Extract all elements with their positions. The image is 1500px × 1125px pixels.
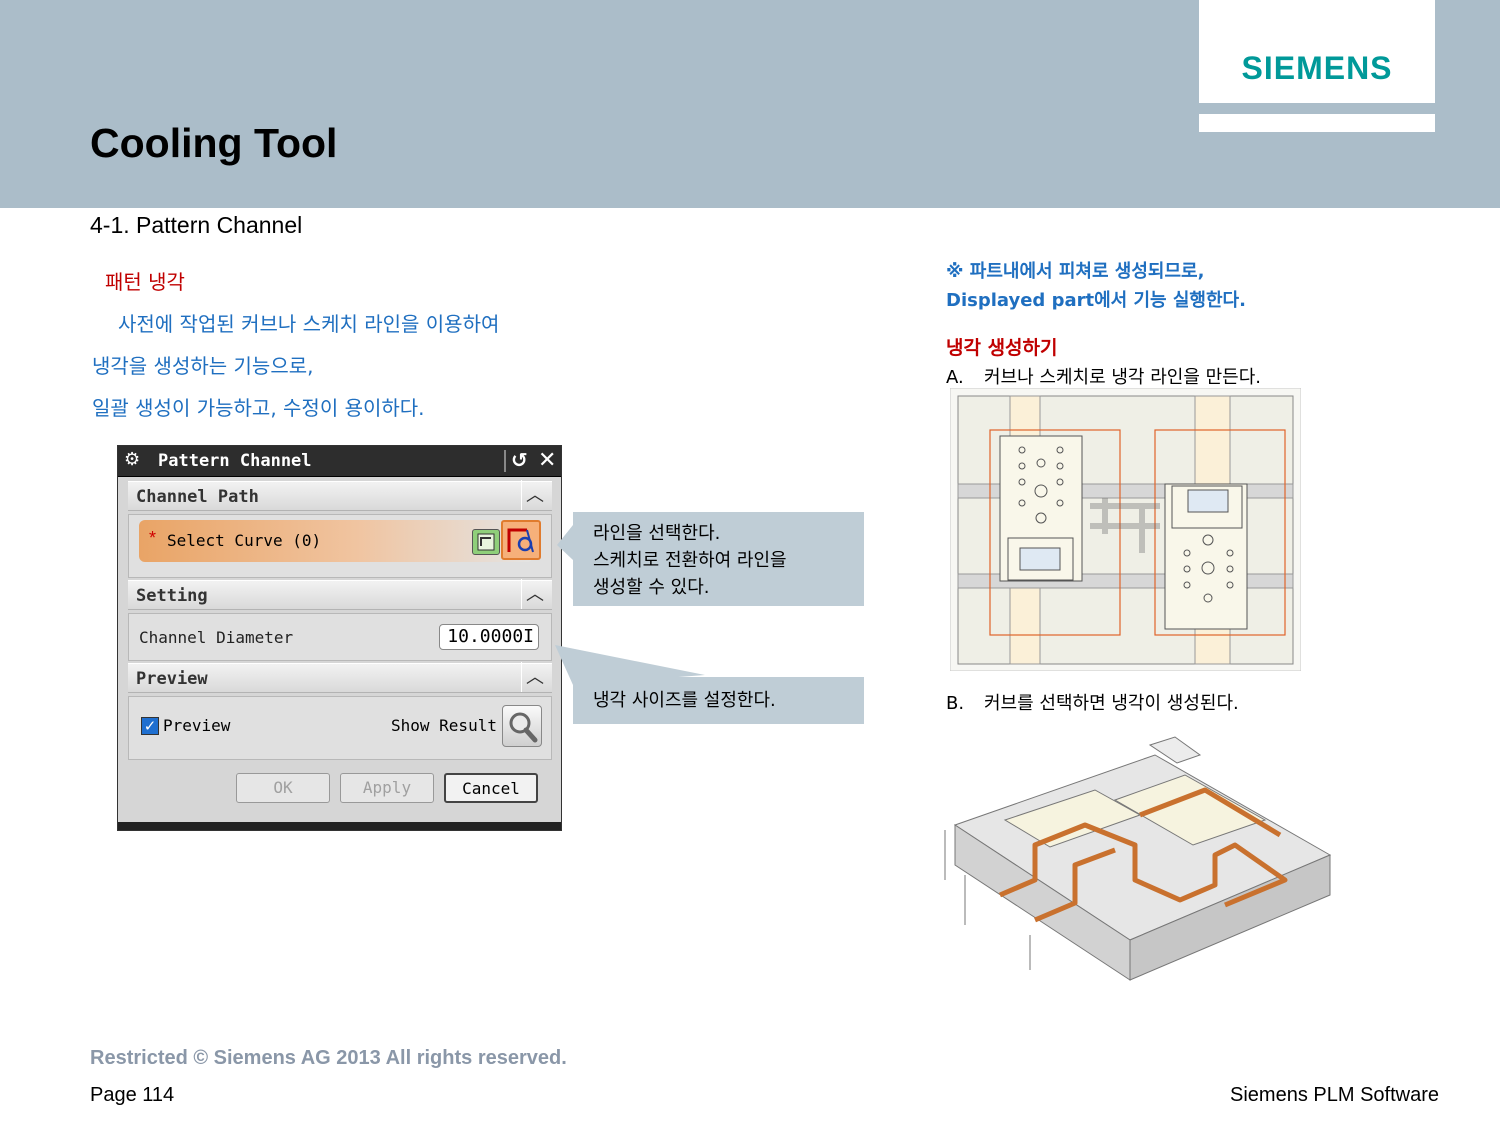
- gear-icon[interactable]: ⚙: [124, 449, 140, 470]
- reset-icon[interactable]: ↺: [511, 448, 528, 473]
- show-result-button[interactable]: [502, 705, 542, 747]
- cooling-create-title: 냉각 생성하기: [946, 337, 1058, 359]
- channel-diameter-label: Channel Diameter: [139, 628, 294, 647]
- close-icon[interactable]: ✕: [538, 447, 556, 473]
- left-line-3: 일괄 생성이 가능하고, 수정이 용이하다.: [92, 396, 425, 420]
- title-separator: [504, 450, 506, 472]
- step-a: A. 커브나 스케치로 냉각 라인을 만든다.: [946, 363, 1261, 389]
- select-curve-label: Select Curve (0): [167, 531, 322, 550]
- left-line-1: 사전에 작업된 커브나 스케치 라인을 이용하여: [118, 312, 500, 336]
- step-a-text: 커브나 스케치로 냉각 라인을 만든다.: [984, 367, 1262, 388]
- dialog-titlebar: ⚙ Pattern Channel ↺ ✕: [118, 446, 561, 477]
- diameter-callout-text: 냉각 사이즈를 설정한다.: [593, 690, 776, 711]
- callout-line-2: 스케치로 전환하여 라인을: [593, 550, 787, 571]
- preview-header-label: Preview: [136, 669, 208, 689]
- company-name: Siemens PLM Software: [1230, 1084, 1439, 1106]
- select-curve-row[interactable]: * Select Curve (0): [139, 520, 541, 562]
- show-result-label: Show Result: [391, 716, 497, 735]
- iso-view-drawing: [944, 736, 1332, 981]
- preview-checkbox-label: Preview: [163, 716, 231, 735]
- step-a-label: A.: [946, 367, 964, 388]
- top-view-drawing: [950, 388, 1301, 671]
- channel-diameter-input[interactable]: 10.0000I: [439, 624, 539, 650]
- step-b-text: 커브를 선택하면 냉각이 생성된다.: [984, 693, 1239, 714]
- channel-path-body: * Select Curve (0): [128, 514, 552, 578]
- left-line-2: 냉각을 생성하는 기능으로,: [92, 354, 314, 378]
- setting-header[interactable]: Setting ︿: [128, 579, 552, 610]
- curve-rule-icon[interactable]: [472, 529, 500, 555]
- select-callout: 라인을 선택한다. 스케치로 전환하여 라인을 생성할 수 있다.: [573, 512, 864, 606]
- setting-label: Setting: [136, 586, 208, 606]
- siemens-logo: SIEMENS: [1199, 0, 1435, 103]
- chevron-up-icon[interactable]: ︿: [521, 480, 548, 510]
- section-heading: 4-1. Pattern Channel: [90, 212, 303, 238]
- required-mark: *: [149, 528, 157, 548]
- page-title: Cooling Tool: [90, 120, 338, 166]
- page-number: Page 114: [90, 1084, 175, 1106]
- channel-path-header[interactable]: Channel Path ︿: [128, 480, 552, 511]
- pattern-channel-dialog: ⚙ Pattern Channel ↺ ✕ Channel Path ︿ * S…: [117, 445, 562, 831]
- preview-checkbox[interactable]: ✓: [141, 717, 159, 735]
- select-pointer: [557, 525, 573, 560]
- restricted-notice: Restricted © Siemens AG 2013 All rights …: [90, 1047, 567, 1069]
- logo-underline: [1199, 114, 1435, 132]
- step-b-label: B.: [946, 693, 965, 714]
- dialog-bottom-edge: [118, 822, 561, 830]
- channel-path-label: Channel Path: [136, 487, 259, 507]
- chevron-up-icon[interactable]: ︿: [521, 662, 548, 692]
- setting-body: Channel Diameter 10.0000I: [128, 613, 552, 661]
- magnifier-icon: [509, 712, 538, 743]
- note-line-1: ※ 파트내에서 피쳐로 생성되므로,: [946, 261, 1205, 282]
- dialog-title: Pattern Channel: [158, 451, 312, 471]
- note-line-2: Displayed part에서 기능 실행한다.: [946, 290, 1246, 311]
- step-b: B. 커브를 선택하면 냉각이 생성된다.: [946, 689, 1239, 715]
- callout-line-3: 생성할 수 있다.: [593, 577, 710, 598]
- ok-button[interactable]: OK: [236, 773, 330, 803]
- logo-text: SIEMENS: [1241, 50, 1393, 86]
- callout-line-1: 라인을 선택한다.: [593, 523, 721, 544]
- preview-header[interactable]: Preview ︿: [128, 662, 552, 693]
- sketch-section-icon[interactable]: [501, 520, 541, 560]
- diameter-callout: 냉각 사이즈를 설정한다.: [573, 677, 864, 724]
- cancel-button[interactable]: Cancel: [444, 773, 538, 803]
- chevron-up-icon[interactable]: ︿: [521, 579, 548, 609]
- preview-body: ✓ Preview Show Result: [128, 696, 552, 760]
- apply-button[interactable]: Apply: [340, 773, 434, 803]
- left-title: 패턴 냉각: [105, 270, 185, 294]
